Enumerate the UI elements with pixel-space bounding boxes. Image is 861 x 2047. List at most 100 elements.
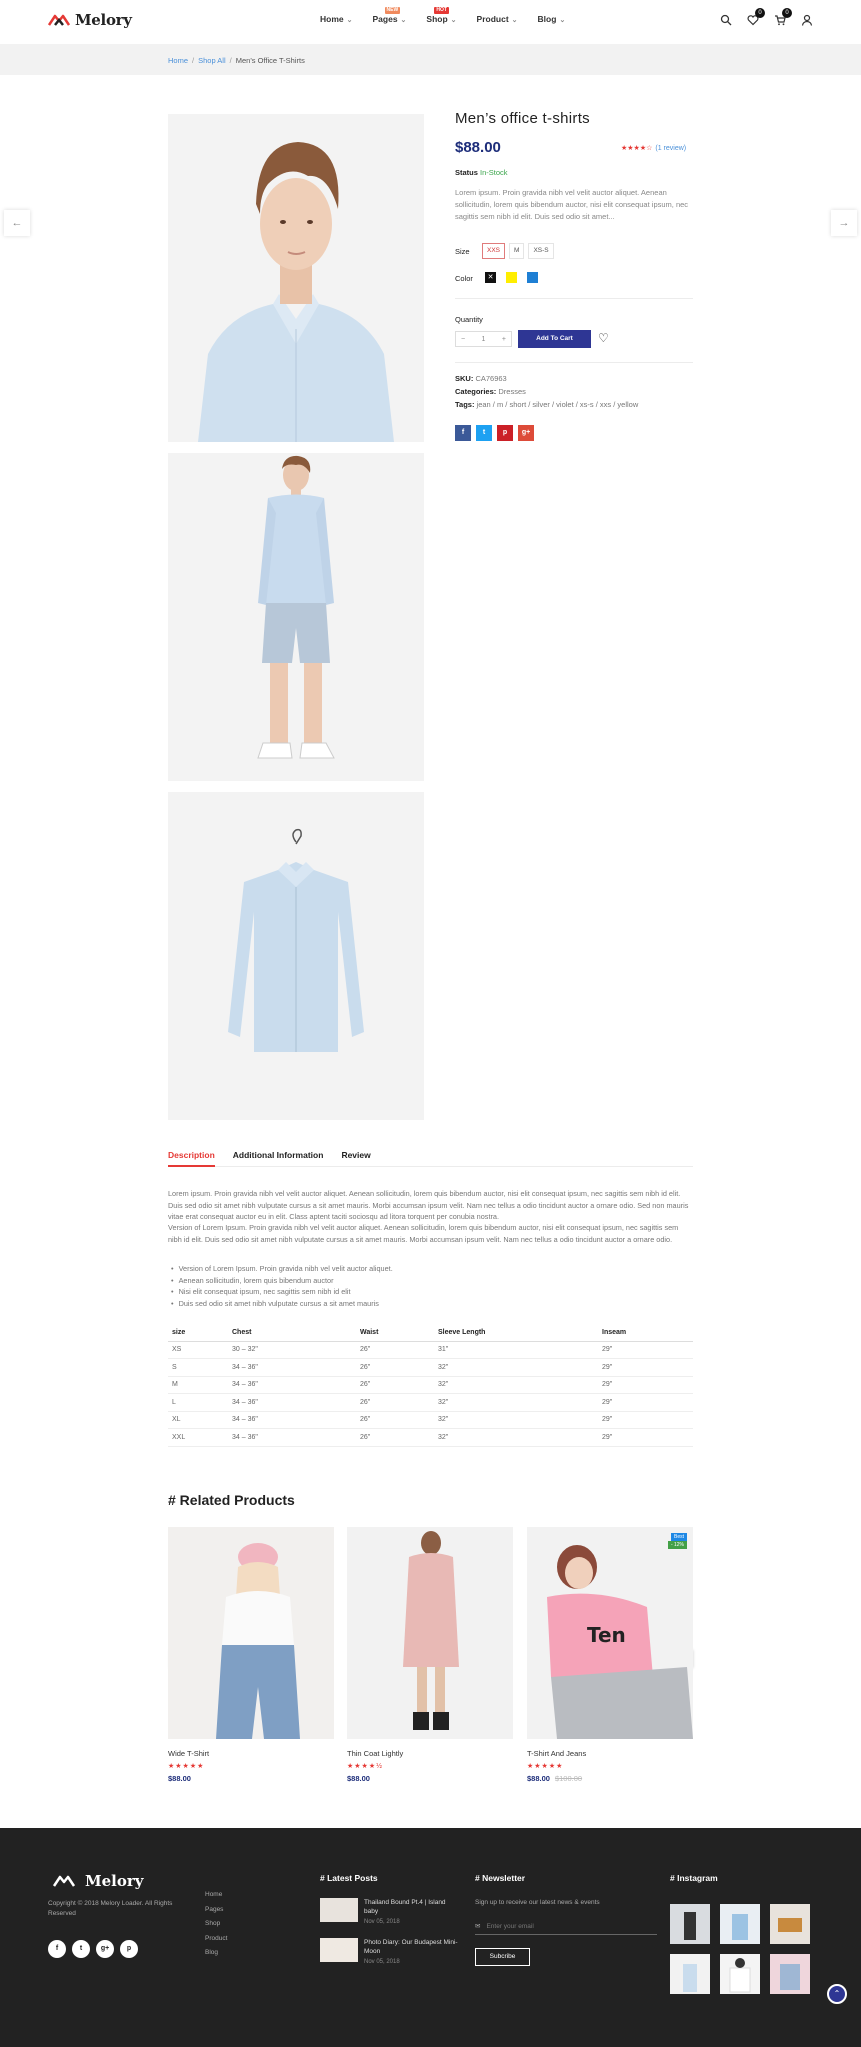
- related-product-image[interactable]: [347, 1527, 513, 1739]
- instagram-photo[interactable]: [720, 1904, 760, 1944]
- related-product-price: $88.00: [168, 1774, 334, 1783]
- status-label: Status: [455, 168, 478, 177]
- nav-home[interactable]: Home ⌄: [320, 14, 353, 24]
- product-image-3[interactable]: [168, 792, 424, 1120]
- footer-link-shop[interactable]: Shop: [205, 1917, 227, 1932]
- divider: [455, 298, 693, 299]
- footer-link-blog[interactable]: Blog: [205, 1946, 227, 1961]
- subscribe-button[interactable]: Subcribe: [475, 1948, 530, 1966]
- category-link[interactable]: Dresses: [498, 387, 526, 396]
- wishlist-icon[interactable]: 0: [746, 8, 765, 27]
- color-swatch-blue[interactable]: [527, 272, 538, 283]
- facebook-icon[interactable]: f: [48, 1940, 66, 1958]
- footer-social: f t g+ p: [48, 1940, 138, 1958]
- related-product-image[interactable]: Ten Best - 12%: [527, 1527, 693, 1739]
- breadcrumb-shop-all[interactable]: Shop All: [198, 56, 226, 65]
- scroll-to-top-button[interactable]: ⌃: [827, 1984, 847, 2004]
- table-cell: 30 – 32": [228, 1341, 356, 1359]
- table-cell: 26": [356, 1393, 434, 1412]
- table-cell: 29": [598, 1358, 693, 1377]
- color-swatch-yellow[interactable]: [506, 272, 517, 283]
- table-cell: 34 – 36": [228, 1411, 356, 1429]
- twitter-icon[interactable]: t: [476, 425, 492, 441]
- footer-logo[interactable]: Melory: [48, 1872, 143, 1890]
- footer-link-home[interactable]: Home: [205, 1888, 227, 1903]
- instagram-grid: [670, 1904, 810, 1994]
- table-cell: XL: [168, 1411, 228, 1429]
- tab-description[interactable]: Description: [168, 1150, 215, 1167]
- product-image-1[interactable]: [168, 114, 424, 442]
- post-thumbnail[interactable]: [320, 1898, 358, 1922]
- twitter-icon[interactable]: t: [72, 1940, 90, 1958]
- latest-post[interactable]: Photo Diary: Our Budapest Mini-Moon Nov …: [320, 1938, 459, 1965]
- minus-icon[interactable]: −: [461, 336, 465, 343]
- logo[interactable]: Melory: [48, 11, 132, 29]
- latest-post[interactable]: Thailand Bound Pt.4 | Island baby Nov 05…: [320, 1898, 459, 1925]
- tab-additional-information[interactable]: Additional Information: [233, 1150, 324, 1167]
- footer-link-pages[interactable]: Pages: [205, 1903, 227, 1918]
- add-to-wishlist-icon[interactable]: ♡: [598, 331, 609, 345]
- prev-product-arrow-icon[interactable]: ←: [4, 210, 30, 236]
- size-option-m[interactable]: M: [509, 243, 525, 259]
- footer-link-product[interactable]: Product: [205, 1932, 227, 1947]
- nav-product[interactable]: Product ⌄: [477, 14, 518, 24]
- next-product-arrow-icon[interactable]: →: [831, 210, 857, 236]
- add-to-cart-button[interactable]: Add To Cart: [518, 330, 591, 348]
- table-cell: 34 – 36": [228, 1358, 356, 1377]
- google-plus-icon[interactable]: g+: [518, 425, 534, 441]
- instagram-photo[interactable]: [770, 1904, 810, 1944]
- table-cell: 32": [434, 1376, 598, 1394]
- cart-count: 0: [782, 8, 792, 18]
- table-header: size: [168, 1325, 228, 1342]
- related-product-image[interactable]: [168, 1527, 334, 1739]
- related-product-name[interactable]: Thin Coat Lightly: [347, 1749, 513, 1758]
- facebook-icon[interactable]: f: [455, 425, 471, 441]
- search-icon[interactable]: [719, 14, 732, 27]
- table-header: Inseam: [598, 1325, 693, 1342]
- size-option-xxs[interactable]: XXS: [482, 243, 506, 259]
- nav-blog[interactable]: Blog ⌄: [538, 14, 566, 24]
- post-title[interactable]: Photo Diary: Our Budapest Mini-Moon: [364, 1938, 459, 1956]
- cart-icon[interactable]: 0: [773, 8, 792, 27]
- email-field[interactable]: ✉ Enter your email: [475, 1919, 657, 1935]
- nav-shop[interactable]: HOT Shop ⌄: [426, 7, 457, 24]
- related-product-card[interactable]: Wide T-Shirt ★★★★★ $88.00: [168, 1527, 334, 1783]
- instagram-photo[interactable]: [770, 1954, 810, 1994]
- table-cell: 29": [598, 1393, 693, 1412]
- product-image-2[interactable]: [168, 453, 424, 781]
- pinterest-icon[interactable]: p: [497, 425, 513, 441]
- plus-icon[interactable]: +: [502, 336, 506, 343]
- instagram-photo[interactable]: [670, 1904, 710, 1944]
- tag-links[interactable]: jean / m / short / silver / violet / xs-…: [477, 400, 639, 409]
- user-icon[interactable]: [800, 14, 813, 27]
- tab-review[interactable]: Review: [341, 1150, 370, 1167]
- table-cell: 34 – 36": [228, 1428, 356, 1447]
- pinterest-icon[interactable]: p: [120, 1940, 138, 1958]
- related-product-card[interactable]: Ten Best - 12% T-Shirt And Jeans ★★★★★ $…: [527, 1527, 693, 1783]
- related-product-card[interactable]: Thin Coat Lightly ★★★★½ $88.00: [347, 1527, 513, 1783]
- related-product-name[interactable]: Wide T-Shirt: [168, 1749, 334, 1758]
- breadcrumb-home[interactable]: Home: [168, 56, 188, 65]
- review-link[interactable]: (1 review): [655, 145, 686, 152]
- post-thumbnail[interactable]: [320, 1938, 358, 1962]
- table-cell: 29": [598, 1341, 693, 1359]
- categories-row: Categories: Dresses: [455, 387, 526, 396]
- nav-pages[interactable]: NEW Pages ⌄: [373, 7, 406, 24]
- logo-icon: [48, 14, 70, 26]
- quantity-value[interactable]: 1: [482, 336, 486, 343]
- chevron-down-icon: ⌄: [559, 17, 566, 24]
- new-badge: NEW: [384, 7, 401, 14]
- color-swatch-black[interactable]: ✕: [485, 272, 496, 283]
- bullet-item: Duis sed odio sit amet nibh vulputate cu…: [168, 1298, 393, 1310]
- post-title[interactable]: Thailand Bound Pt.4 | Island baby: [364, 1898, 459, 1916]
- envelope-icon: ✉: [475, 1923, 481, 1930]
- quantity-label: Quantity: [455, 315, 483, 324]
- google-plus-icon[interactable]: g+: [96, 1940, 114, 1958]
- instagram-photo[interactable]: [720, 1954, 760, 1994]
- instagram-photo[interactable]: [670, 1954, 710, 1994]
- related-product-name[interactable]: T-Shirt And Jeans: [527, 1749, 693, 1758]
- product-title: Men’s office t-shirts: [455, 110, 590, 127]
- related-product-price: $88.00 $100.00: [527, 1774, 693, 1783]
- size-option-xs-s[interactable]: XS-S: [528, 243, 554, 259]
- table-row: M 34 – 36" 26" 32" 29": [168, 1376, 693, 1394]
